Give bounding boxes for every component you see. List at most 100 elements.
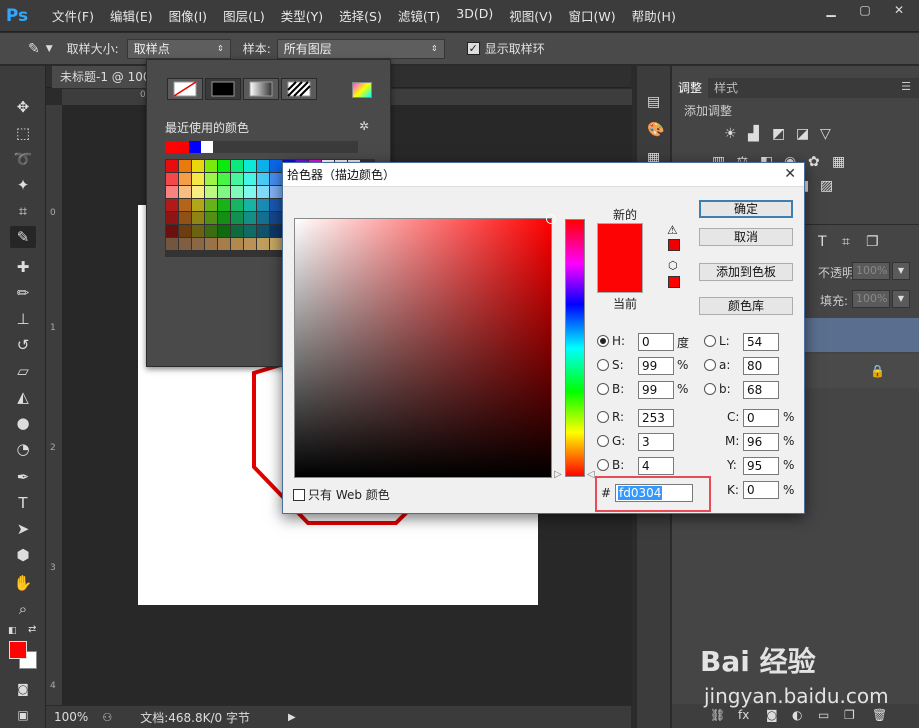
menu-filter[interactable]: 滤镜(T) (390, 6, 448, 25)
field-a[interactable]: 80 (743, 357, 779, 375)
swatch-cell[interactable] (270, 160, 282, 172)
lasso-tool-icon[interactable]: ➰ (10, 148, 36, 170)
tab-styles[interactable]: 样式 (708, 78, 744, 98)
field-c[interactable]: 0 (743, 409, 779, 427)
menu-edit[interactable]: 编辑(E) (102, 6, 161, 25)
swatch-cell[interactable] (257, 199, 269, 211)
swatch-cell[interactable] (166, 173, 178, 185)
swatch-cell[interactable] (270, 186, 282, 198)
web-safe-color-swatch[interactable] (668, 276, 680, 288)
swatch-cell[interactable] (231, 238, 243, 250)
radio-r[interactable] (597, 411, 609, 423)
menu-help[interactable]: 帮助(H) (624, 6, 684, 25)
posterize-icon[interactable]: ▨ (820, 178, 833, 194)
close-icon[interactable]: ✕ (784, 166, 796, 182)
swatch-cell[interactable] (218, 186, 230, 198)
hue-slider-right-arrow-icon[interactable]: ◁ (587, 469, 595, 480)
field-h[interactable]: 0 (638, 333, 674, 351)
fill-dropdown-icon[interactable]: ▼ (892, 290, 910, 308)
marquee-tool-icon[interactable]: ⬚ (10, 122, 36, 144)
recent-swatch[interactable] (165, 141, 177, 153)
swatch-cell[interactable] (218, 173, 230, 185)
eraser-tool-icon[interactable]: ▱ (10, 360, 36, 382)
healing-brush-tool-icon[interactable]: ✚ (10, 256, 36, 278)
default-colors-icon[interactable]: ◧ (8, 626, 17, 636)
show-ring-checkbox[interactable]: ✓ (466, 42, 480, 55)
move-tool-icon[interactable]: ✥ (10, 96, 36, 118)
swatch-cell[interactable] (205, 238, 217, 250)
swatch-cell[interactable] (166, 225, 178, 237)
color-field-marker[interactable] (546, 214, 556, 224)
swatch-cell[interactable] (244, 212, 256, 224)
swatch-cell[interactable] (205, 199, 217, 211)
opacity-field[interactable]: 100% (852, 262, 890, 280)
zoom-level[interactable]: 100% (54, 710, 88, 724)
web-colors-only-checkbox[interactable] (293, 488, 305, 501)
minimize-icon[interactable]: ▁ (817, 0, 845, 20)
swatch-cell[interactable] (179, 212, 191, 224)
swatch-cell[interactable] (270, 225, 282, 237)
path-selection-tool-icon[interactable]: ➤ (10, 518, 36, 540)
color-lookup-icon[interactable]: ▦ (832, 154, 845, 170)
field-s[interactable]: 99 (638, 357, 674, 375)
field-lab-b[interactable]: 68 (743, 381, 779, 399)
field-b[interactable]: 99 (638, 381, 674, 399)
swatch-cell[interactable] (270, 238, 282, 250)
color-libraries-button[interactable]: 颜色库 (699, 297, 793, 315)
swatch-cell[interactable] (244, 173, 256, 185)
magic-wand-tool-icon[interactable]: ✦ (10, 174, 36, 196)
tool-preset-chevron-icon[interactable]: ▼ (46, 44, 53, 54)
pen-tool-icon[interactable]: ✒ (10, 466, 36, 488)
radio-lab-b[interactable] (704, 383, 716, 395)
swatch-cell[interactable] (257, 212, 269, 224)
channel-mixer-icon[interactable]: ✿ (808, 154, 820, 170)
cancel-button[interactable]: 取消 (699, 228, 793, 246)
eyedropper-tool-icon[interactable]: ✎ (10, 226, 36, 248)
swatch-cell[interactable] (231, 160, 243, 172)
swatch-cell[interactable] (192, 212, 204, 224)
ok-button[interactable]: 确定 (699, 200, 793, 218)
swatch-cell[interactable] (218, 160, 230, 172)
maximize-icon[interactable]: ▢ (851, 0, 879, 20)
eyedropper-icon[interactable]: ✎ (28, 41, 40, 57)
swatch-cell[interactable] (166, 199, 178, 211)
swatch-cell[interactable] (205, 212, 217, 224)
swatch-cell[interactable] (205, 186, 217, 198)
swatch-cell[interactable] (244, 186, 256, 198)
swatch-cell[interactable] (231, 199, 243, 211)
field-l[interactable]: 54 (743, 333, 779, 351)
swatch-cell[interactable] (179, 225, 191, 237)
field-blue[interactable]: 4 (638, 457, 674, 475)
gradient-button[interactable] (243, 78, 279, 100)
recent-swatch[interactable] (177, 141, 189, 153)
field-g[interactable]: 3 (638, 433, 674, 451)
shape-tool-icon[interactable]: ⬢ (10, 544, 36, 566)
field-m[interactable]: 96 (743, 433, 779, 451)
sample-size-select[interactable]: 取样点 ⇕ (126, 38, 231, 59)
menu-image[interactable]: 图像(I) (161, 6, 215, 25)
swatch-cell[interactable] (270, 212, 282, 224)
swatch-cell[interactable] (179, 173, 191, 185)
swatch-cell[interactable] (179, 186, 191, 198)
swatch-cell[interactable] (166, 212, 178, 224)
swatch-cell[interactable] (179, 199, 191, 211)
no-color-button[interactable] (167, 78, 203, 100)
type-tool-icon[interactable]: T (10, 492, 36, 514)
type-filter-icon[interactable]: T (818, 234, 827, 250)
swatch-cell[interactable] (244, 199, 256, 211)
add-to-swatches-button[interactable]: 添加到色板 (699, 263, 793, 281)
swatch-cell[interactable] (192, 160, 204, 172)
menu-window[interactable]: 窗口(W) (561, 6, 624, 25)
menu-3d[interactable]: 3D(D) (448, 6, 501, 25)
swap-colors-icon[interactable]: ⇄ (28, 624, 36, 635)
field-k[interactable]: 0 (743, 481, 779, 499)
swatch-cell[interactable] (166, 160, 178, 172)
swatch-cell[interactable] (218, 212, 230, 224)
solid-color-button[interactable] (205, 78, 241, 100)
web-colors-only-option[interactable]: 只有 Web 颜色 (293, 486, 390, 503)
close-icon[interactable]: ✕ (885, 0, 913, 20)
swatch-cell[interactable] (205, 173, 217, 185)
shape-filter-icon[interactable]: ⌗ (842, 234, 850, 250)
field-y[interactable]: 95 (743, 457, 779, 475)
paint-bucket-tool-icon[interactable]: ◭ (10, 386, 36, 408)
